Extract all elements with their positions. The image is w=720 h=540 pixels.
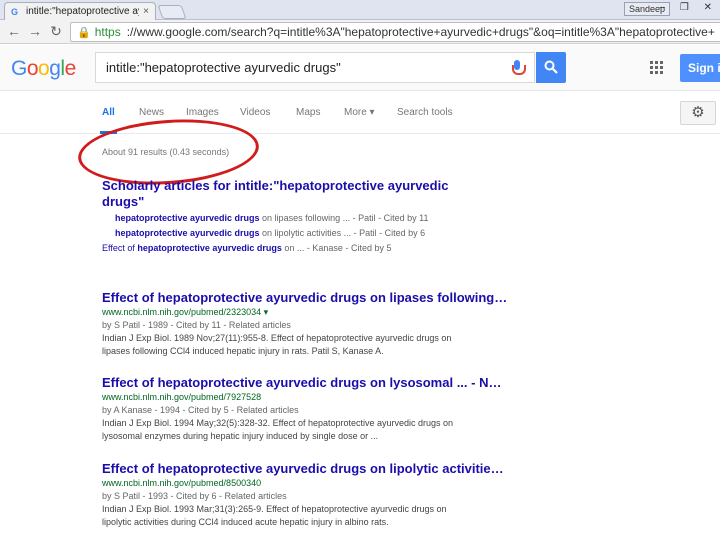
url-text: ://www.google.com/search?q=intitle%3A"he… <box>126 25 715 39</box>
search-icon <box>544 60 558 74</box>
search-tabs: All News Images Videos Maps More ▾ Searc… <box>0 92 720 134</box>
google-favicon-icon: G <box>11 6 19 17</box>
result-snippet: Indian J Exp Biol. 1994 May;32(5):328-32… <box>102 418 454 428</box>
url-scheme: https <box>94 25 121 39</box>
gear-icon[interactable]: ⚙ <box>680 101 716 125</box>
result-snippet: Indian J Exp Biol. 1989 Nov;27(11):955-8… <box>102 333 452 343</box>
scholar-item-meta: on ... - Kanase - Cited by 5 <box>281 243 392 253</box>
result-url[interactable]: www.ncbi.nlm.nih.gov/pubmed/7927528 <box>102 392 261 402</box>
apps-grid-icon[interactable] <box>650 61 664 75</box>
microphone-icon[interactable] <box>510 59 526 77</box>
scholar-title-line2[interactable]: drugs" <box>102 194 144 209</box>
logo-letter: e <box>64 57 77 80</box>
sign-in-button[interactable]: Sign in <box>680 54 720 82</box>
tab-more[interactable]: More ▾ <box>344 107 375 118</box>
tab-maps[interactable]: Maps <box>296 107 320 118</box>
logo-letter: g <box>49 57 61 80</box>
result-snippet: lipases following CCl4 induced hepatic i… <box>102 346 384 356</box>
tab-news[interactable]: News <box>139 107 164 118</box>
result-title[interactable]: Effect of hepatoprotective ayurvedic dru… <box>102 290 507 305</box>
scholar-item[interactable]: Effect of hepatoprotective ayurvedic dru… <box>102 243 391 253</box>
tab-images[interactable]: Images <box>186 107 219 118</box>
google-header: Google intitle:"hepatoprotective ayurved… <box>0 45 720 91</box>
scholar-item-title[interactable]: hepatoprotective ayurvedic drugs <box>137 243 282 253</box>
new-tab-button[interactable] <box>157 5 187 19</box>
scholar-item-lead[interactable]: Effect of <box>102 243 137 253</box>
tab-search-tools[interactable]: Search tools <box>397 107 453 118</box>
scholar-title-line1[interactable]: Scholarly articles for intitle:"hepatopr… <box>102 178 448 193</box>
result-title[interactable]: Effect of hepatoprotective ayurvedic dru… <box>102 461 504 476</box>
logo-letter: G <box>11 57 27 80</box>
lock-icon: 🔒 <box>77 26 91 39</box>
result-snippet: Indian J Exp Biol. 1993 Mar;31(3):265-9.… <box>102 504 447 514</box>
scholar-item-meta: on lipolytic activities ... - Patil - Ci… <box>259 228 426 238</box>
result-meta: by A Kanase - 1994 - Cited by 5 - Relate… <box>102 405 299 415</box>
logo-letter: o <box>38 57 50 80</box>
browser-toolbar: ← → ↻ 🔒 https ://www.google.com/search?q… <box>0 20 720 44</box>
close-tab-icon[interactable]: × <box>143 6 149 17</box>
tab-all[interactable]: All <box>100 107 117 134</box>
result-meta: by S Patil - 1989 - Cited by 11 - Relate… <box>102 320 291 330</box>
tab-title: intitle:"hepatoprotective ay... <box>26 6 140 17</box>
search-query: intitle:"hepatoprotective ayurvedic drug… <box>106 60 341 75</box>
browser-tab[interactable]: G intitle:"hepatoprotective ay... × <box>4 2 156 20</box>
result-snippet: lysosomal enzymes during hepatic injury … <box>102 431 379 441</box>
search-button[interactable] <box>536 52 566 83</box>
tab-videos[interactable]: Videos <box>240 107 270 118</box>
window-controls[interactable]: – ❐ ✕ <box>660 2 718 13</box>
scholar-item[interactable]: hepatoprotective ayurvedic drugs on lipa… <box>115 213 428 223</box>
result-title[interactable]: Effect of hepatoprotective ayurvedic dru… <box>102 375 501 390</box>
search-input[interactable]: intitle:"hepatoprotective ayurvedic drug… <box>95 52 535 83</box>
reload-icon[interactable]: ↻ <box>48 23 64 39</box>
logo-letter: o <box>26 57 39 80</box>
scholar-item-title[interactable]: hepatoprotective ayurvedic drugs <box>115 213 260 223</box>
result-meta: by S Patil - 1993 - Cited by 6 - Related… <box>102 491 287 501</box>
address-bar[interactable]: 🔒 https ://www.google.com/search?q=intit… <box>70 22 720 42</box>
result-url[interactable]: www.ncbi.nlm.nih.gov/pubmed/2323034 ▾ <box>102 307 268 318</box>
tab-strip: G intitle:"hepatoprotective ay... × Sand… <box>0 0 720 20</box>
back-arrow-icon[interactable]: ← <box>6 23 22 39</box>
result-url[interactable]: www.ncbi.nlm.nih.gov/pubmed/8500340 <box>102 478 261 488</box>
scholar-item-meta: on lipases following ... - Patil - Cited… <box>259 213 429 223</box>
scholar-item[interactable]: hepatoprotective ayurvedic drugs on lipo… <box>115 228 425 238</box>
result-snippet: lipolytic activities during CCl4 induced… <box>102 517 389 527</box>
forward-arrow-icon[interactable]: → <box>27 23 43 39</box>
scholar-item-title[interactable]: hepatoprotective ayurvedic drugs <box>115 228 260 238</box>
google-logo[interactable]: Google <box>11 57 76 81</box>
